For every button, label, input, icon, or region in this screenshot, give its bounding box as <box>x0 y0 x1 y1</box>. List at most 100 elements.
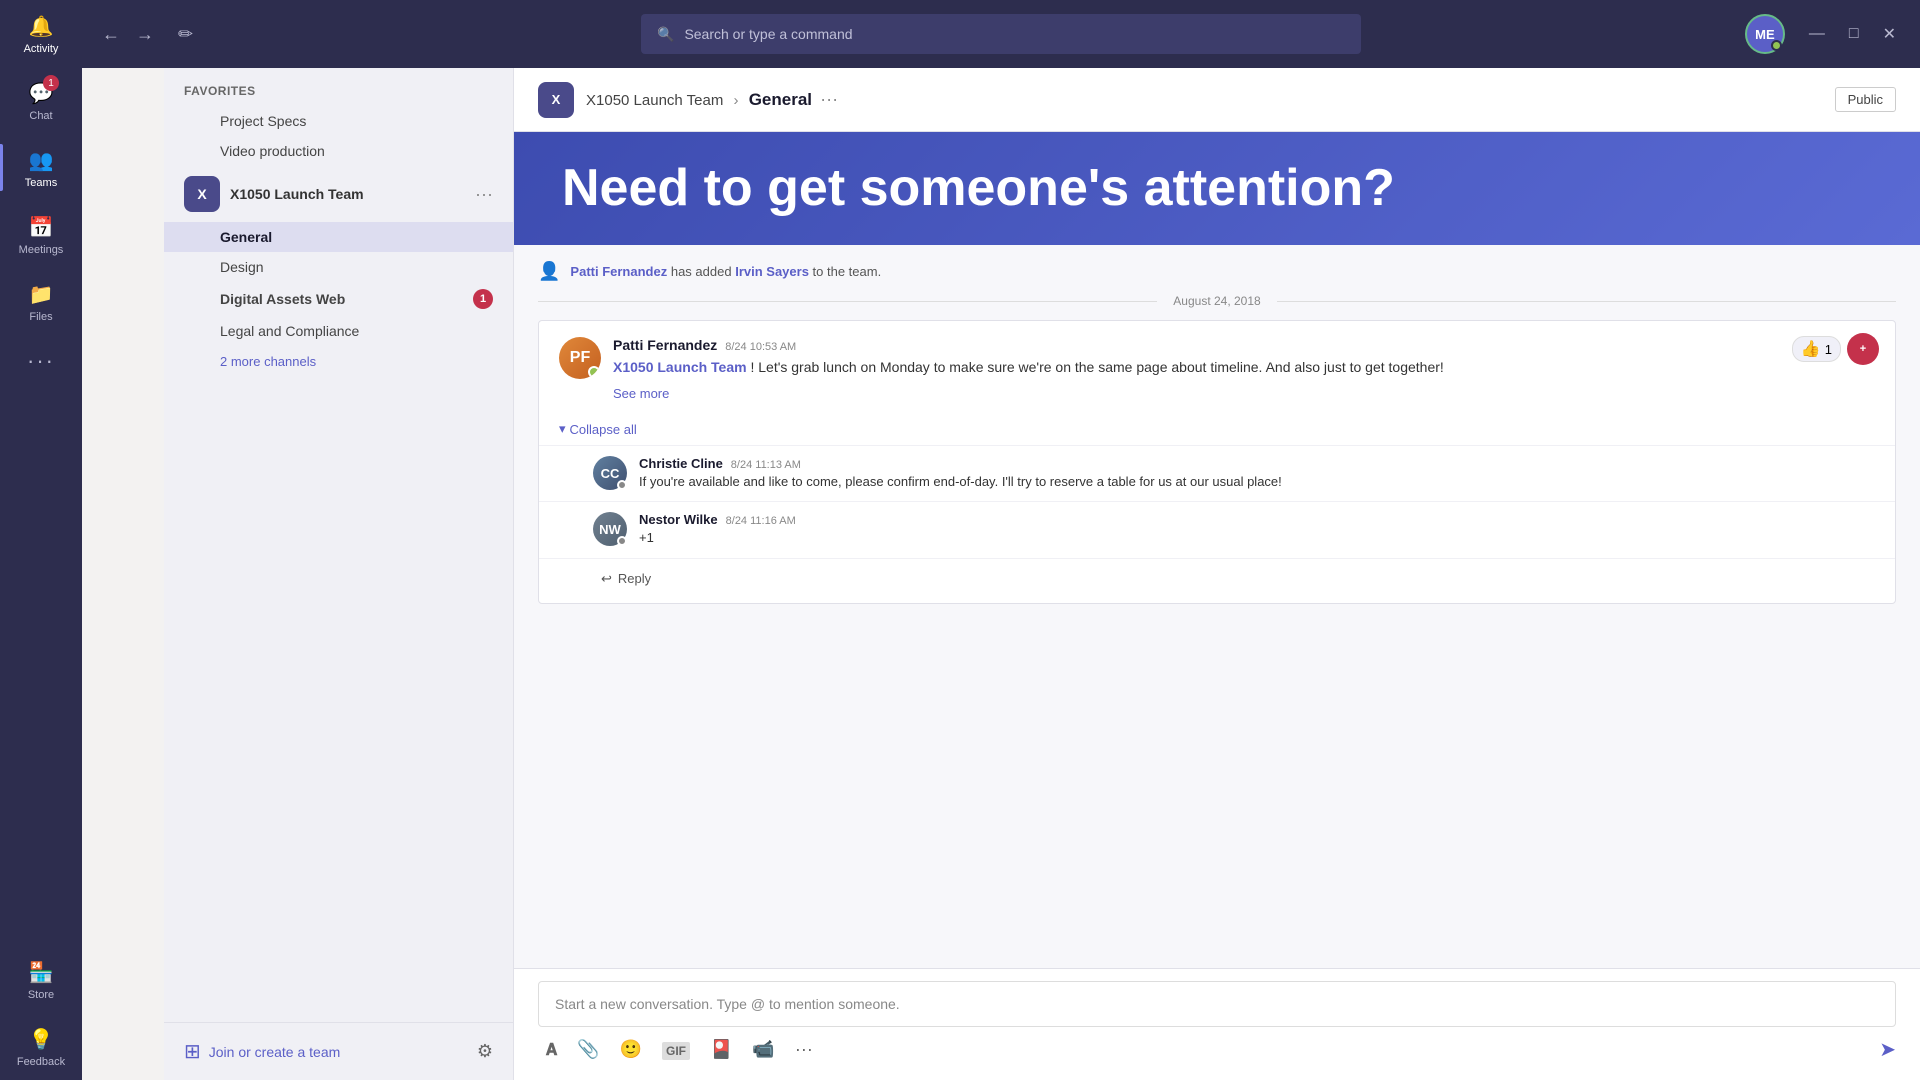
settings-button[interactable]: ⚙ <box>477 1041 493 1062</box>
sidebar-channel-legal[interactable]: Legal and Compliance <box>164 316 513 346</box>
format-button[interactable]: 𝐀 <box>538 1035 565 1064</box>
sidebar-item-meetings[interactable]: 📅 Meetings <box>0 201 82 268</box>
sticker-button[interactable]: 🎴 <box>702 1035 740 1064</box>
chat-area: X X1050 Launch Team › General ··· Public… <box>514 68 1920 1080</box>
more-tools-button[interactable]: ··· <box>787 1035 821 1064</box>
sidebar-channel-design[interactable]: Design <box>164 252 513 282</box>
more-tools-icon: ··· <box>795 1039 813 1059</box>
team-icon-x1050: X <box>184 176 220 212</box>
reply-button-row: ↩ Reply <box>539 558 1895 603</box>
sidebar-item-feedback[interactable]: 💡 Feedback <box>0 1013 82 1080</box>
compose-placeholder: Start a new conversation. Type @ to ment… <box>555 996 900 1012</box>
sidebar-footer: ⊞ Join or create a team ⚙ <box>164 1022 513 1080</box>
reply-1-author: Christie Cline <box>639 456 723 471</box>
compose-input[interactable]: Start a new conversation. Type @ to ment… <box>538 981 1896 1027</box>
search-icon: 🔍 <box>657 26 674 43</box>
files-label: Files <box>29 311 52 323</box>
reply-button[interactable]: ↩ Reply <box>593 567 659 591</box>
main-message-text: X1050 Launch Team ! Let's grab lunch on … <box>613 357 1875 378</box>
user-avatar[interactable]: ME <box>1745 14 1785 54</box>
feedback-label: Feedback <box>17 1056 65 1068</box>
minimize-button[interactable]: — <box>1801 20 1833 48</box>
see-more-link[interactable]: See more <box>613 386 1875 401</box>
breadcrumb-channel: General <box>749 90 812 109</box>
main-message-author: Patti Fernandez <box>613 337 717 353</box>
sidebar: Favorites Project Specs Video production… <box>164 68 514 1080</box>
sidebar-item-files[interactable]: 📁 Files <box>0 268 82 335</box>
main-message-body: Patti Fernandez 8/24 10:53 AM X1050 Laun… <box>613 337 1875 401</box>
promo-banner: Need to get someone's attention? <box>514 132 1920 245</box>
breadcrumb-team[interactable]: X1050 Launch Team <box>586 92 723 109</box>
collapse-all-button[interactable]: ▾ Collapse all <box>539 417 1895 445</box>
chat-header: X X1050 Launch Team › General ··· Public <box>514 68 1920 132</box>
reply-1-header: Christie Cline 8/24 11:13 AM <box>639 456 1875 471</box>
legal-label: Legal and Compliance <box>220 323 359 339</box>
emoji-button[interactable]: 🙂 <box>612 1035 650 1064</box>
sidebar-item-store[interactable]: 🏪 Store <box>0 946 82 1013</box>
chat-header-dots[interactable]: ··· <box>820 89 838 109</box>
reply-1-text: If you're available and like to come, pl… <box>639 473 1875 491</box>
meetings-icon: 📅 <box>27 213 55 241</box>
sidebar-channel-general[interactable]: General <box>164 222 513 252</box>
send-button[interactable]: ➤ <box>1879 1037 1896 1062</box>
mention-text[interactable]: X1050 Launch Team <box>613 359 747 375</box>
sidebar-item-project-specs[interactable]: Project Specs <box>164 106 513 136</box>
overflow-avatars: + <box>1847 333 1879 365</box>
video-production-label: Video production <box>220 143 325 159</box>
message-reactions: 👍 1 + <box>1792 333 1879 365</box>
promo-banner-text: Need to get someone's attention? <box>562 160 1872 217</box>
main-message-time: 8/24 10:53 AM <box>725 341 796 353</box>
back-button[interactable]: ← <box>98 20 124 49</box>
public-badge: Public <box>1835 87 1896 112</box>
nestor-offline-dot <box>617 536 627 546</box>
system-icon: 👤 <box>538 261 560 282</box>
add-team-icon: ⊞ <box>184 1039 201 1064</box>
message-body-text: ! Let's grab lunch on Monday to make sur… <box>750 359 1443 375</box>
sidebar-item-chat[interactable]: 💬 1 Chat <box>0 67 82 134</box>
reply-icon: ↩ <box>601 571 612 587</box>
meetings-label: Meetings <box>19 244 64 256</box>
emoji-icon: 🙂 <box>620 1039 642 1059</box>
reply-message-1: CC Christie Cline 8/24 11:13 AM If you'r… <box>539 445 1895 501</box>
maximize-button[interactable]: □ <box>1841 20 1867 48</box>
system-suffix: to the team. <box>813 264 882 279</box>
sidebar-item-video-production[interactable]: Video production <box>164 136 513 166</box>
title-right: ME — □ ✕ <box>1745 14 1904 54</box>
send-icon: ➤ <box>1879 1039 1896 1061</box>
compose-box: Start a new conversation. Type @ to ment… <box>514 968 1920 1080</box>
video-icon: 📹 <box>752 1039 774 1059</box>
compose-toolbar: 𝐀 📎 🙂 GIF 🎴 📹 ··· <box>538 1035 1896 1064</box>
main-message-header: Patti Fernandez 8/24 10:53 AM <box>613 337 1875 353</box>
like-count: 1 <box>1825 342 1832 357</box>
team-x1050[interactable]: X X1050 Launch Team ··· <box>164 166 513 222</box>
attach-button[interactable]: 📎 <box>569 1035 607 1064</box>
close-button[interactable]: ✕ <box>1875 20 1904 48</box>
date-divider: August 24, 2018 <box>538 294 1896 308</box>
more-icon: ··· <box>27 347 55 375</box>
sidebar-item-teams[interactable]: 👥 Teams <box>0 134 82 201</box>
more-channels-link[interactable]: 2 more channels <box>164 346 513 377</box>
search-bar[interactable]: 🔍 Search or type a command <box>641 14 1361 54</box>
like-icon: 👍 <box>1801 339 1821 359</box>
collapse-chevron-icon: ▾ <box>559 421 566 437</box>
window-controls: — □ ✕ <box>1801 20 1904 48</box>
format-icon: 𝐀 <box>546 1042 557 1059</box>
gif-button[interactable]: GIF <box>654 1035 698 1064</box>
forward-button[interactable]: → <box>132 20 158 49</box>
favorites-heading: Favorites <box>164 68 513 106</box>
chat-label: Chat <box>29 110 52 122</box>
video-button[interactable]: 📹 <box>744 1035 782 1064</box>
system-message: 👤 Patti Fernandez has added Irvin Sayers… <box>538 261 1896 282</box>
digital-assets-badge: 1 <box>473 289 493 309</box>
compose-button[interactable]: ✏ <box>170 20 201 49</box>
team-menu-icon[interactable]: ··· <box>475 184 493 205</box>
messages-area[interactable]: 👤 Patti Fernandez has added Irvin Sayers… <box>514 245 1920 968</box>
sidebar-item-activity[interactable]: 🔔 Activity <box>0 0 82 67</box>
sidebar-item-more[interactable]: ··· <box>0 335 82 390</box>
online-status-dot <box>1771 40 1782 51</box>
join-create-team-button[interactable]: ⊞ Join or create a team <box>184 1039 340 1064</box>
sidebar-channel-digital-assets[interactable]: Digital Assets Web 1 <box>164 282 513 316</box>
project-specs-label: Project Specs <box>220 113 306 129</box>
like-reaction[interactable]: 👍 1 <box>1792 336 1841 362</box>
digital-assets-label: Digital Assets Web <box>220 291 345 307</box>
